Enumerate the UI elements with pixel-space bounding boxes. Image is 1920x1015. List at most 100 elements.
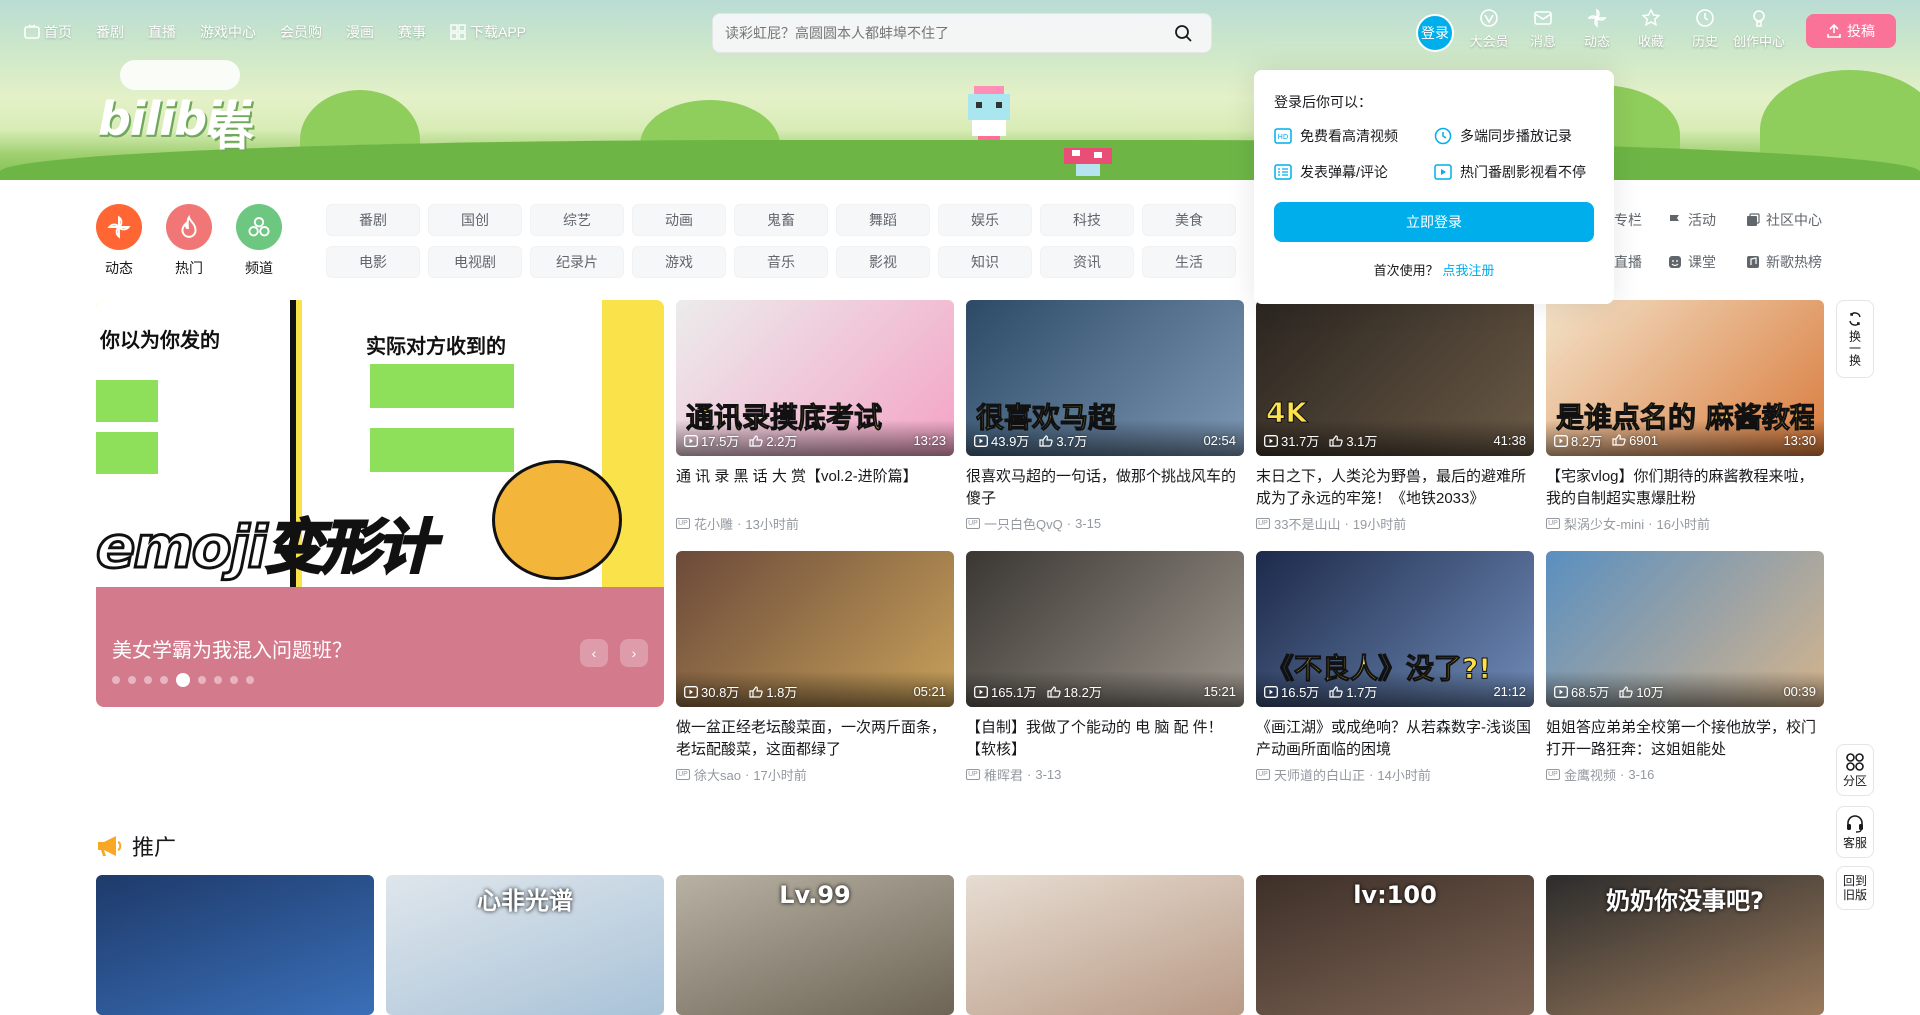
search-button[interactable] [1167,17,1199,49]
customer-service-button[interactable]: 客服 [1836,806,1874,858]
video-card[interactable]: 是谁点名的 麻酱教程来啦8.2万690113:30 【宅家vlog】你们期待的麻酱… [1546,300,1824,533]
tag-entertainment[interactable]: 娱乐 [938,204,1032,236]
video-card[interactable]: 68.5万 10万 00:39 姐姐答应弟弟全校第一个接他放学，校门打开一路狂奔：这姐… [1546,551,1824,784]
video-card[interactable]: 很喜欢马超 43.9万 3.7万 02:54 很喜欢马超的一句话，做那个挑战风车的傻子 U… [966,300,1244,533]
nav-creator-center[interactable]: 创作中心 [1732,8,1786,50]
tag-variety[interactable]: 综艺 [530,204,624,236]
link-classroom[interactable]: 课堂 [1668,252,1716,272]
promo-card[interactable]: 奶奶你没事吧? [1546,875,1824,1015]
carousel-dot[interactable] [230,676,238,684]
upload-button[interactable]: 投稿 [1806,14,1896,48]
carousel-next-button[interactable]: › [620,639,648,667]
nav-history[interactable]: 历史 [1678,8,1732,50]
video-thumbnail[interactable]: 《不良人》没了?! 16.5万 1.7万 21:12 [1256,551,1534,707]
carousel-dot[interactable] [246,676,254,684]
tag-bangumi[interactable]: 番剧 [326,204,420,236]
categories-button[interactable]: 分区 [1836,744,1874,796]
tag-kichiku[interactable]: 鬼畜 [734,204,828,236]
carousel-dot[interactable] [112,676,120,684]
uploader-name[interactable]: 金鹰视频 [1564,765,1616,784]
promo-card[interactable]: Lv.99 [676,875,954,1015]
tag-music[interactable]: 音乐 [734,246,828,278]
video-card[interactable]: 30.8万 1.8万 05:21 做一盆正经老坛酸菜面，一次两斤面条，老坛配酸菜，这面… [676,551,954,784]
link-live[interactable]: 直播 [1614,252,1642,272]
tag-news[interactable]: 资讯 [1040,246,1134,278]
video-title[interactable]: 《画江湖》或成绝响？从若森数字-浅谈国产动画所面临的困境 [1256,717,1534,761]
tag-game[interactable]: 游戏 [632,246,726,278]
nav-game-center[interactable]: 游戏中心 [200,22,256,42]
tag-tv[interactable]: 电视剧 [428,246,522,278]
uploader-name[interactable]: 徐大sao [694,765,741,784]
uploader-name[interactable]: 33不是山山 [1274,514,1340,533]
nav-manga[interactable]: 漫画 [346,22,374,42]
video-thumbnail[interactable]: 4K 31.7万 3.1万 41:38 [1256,300,1534,456]
video-title[interactable]: 姐姐答应弟弟全校第一个接他放学，校门打开一路狂奔：这姐姐能处 [1546,717,1824,761]
old-version-button[interactable]: 回到旧版 [1836,866,1874,910]
carousel-dot[interactable] [160,676,168,684]
tag-tech[interactable]: 科技 [1040,204,1134,236]
video-thumbnail[interactable]: 是谁点名的 麻酱教程来啦8.2万690113:30 [1546,300,1824,456]
video-thumbnail[interactable]: 通讯录摸底考试 17.5万 2.2万 13:23 [676,300,954,456]
search-input[interactable] [725,25,1167,41]
nav-home[interactable]: 首页 [24,22,72,42]
uploader-name[interactable]: 天师道的白山正 [1274,765,1365,784]
tag-film[interactable]: 影视 [836,246,930,278]
carousel-dot[interactable] [214,676,222,684]
nav-live[interactable]: 直播 [148,22,176,42]
promo-card[interactable] [966,875,1244,1015]
video-thumbnail[interactable]: 30.8万 1.8万 05:21 [676,551,954,707]
video-title[interactable]: 末日之下，人类沦为野兽，最后的避难所成为了永远的牢笼！《地铁2033》 [1256,466,1534,510]
link-community[interactable]: 社区中心 [1746,210,1822,230]
login-now-button[interactable]: 立即登录 [1274,202,1594,242]
nav-favorites[interactable]: 收藏 [1624,8,1678,50]
video-title[interactable]: 做一盆正经老坛酸菜面，一次两斤面条，老坛配酸菜，这面都绿了 [676,717,954,761]
carousel-caption[interactable]: 美女学霸为我混入问题班？ [112,634,352,663]
nav-bangumi[interactable]: 番剧 [96,22,124,42]
hero-carousel[interactable]: 你以为你发的 实际对方收到的 emoji变形计 美女学霸为我混入问题班？ ‹ › [96,300,664,707]
carousel-dot[interactable] [176,673,190,687]
video-thumbnail[interactable]: 165.1万 18.2万 15:21 [966,551,1244,707]
video-card[interactable]: 4K 31.7万 3.1万 41:38 末日之下，人类沦为野兽，最后的避难所成为了永远的… [1256,300,1534,533]
tag-food[interactable]: 美食 [1142,204,1236,236]
video-thumbnail[interactable]: 很喜欢马超 43.9万 3.7万 02:54 [966,300,1244,456]
uploader-name[interactable]: 花小雕 [694,514,733,533]
link-new-songs[interactable]: 新歌热榜 [1746,252,1822,272]
tag-guochuang[interactable]: 国创 [428,204,522,236]
video-card[interactable]: 通讯录摸底考试 17.5万 2.2万 13:23 通 讯 录 黑 话 大 赏【vol.2… [676,300,954,533]
nav-mall[interactable]: 会员购 [280,22,322,42]
uploader-name[interactable]: 梨涡少女-mini [1564,514,1644,533]
nav-download-app[interactable]: 下载APP [450,22,526,42]
tag-knowledge[interactable]: 知识 [938,246,1032,278]
video-card[interactable]: 165.1万 18.2万 15:21 【自制】我做了个能动的 电 脑 配 件！【软核】… [966,551,1244,784]
tag-animation[interactable]: 动画 [632,204,726,236]
video-title[interactable]: 【自制】我做了个能动的 电 脑 配 件！【软核】 [966,717,1244,761]
tag-dance[interactable]: 舞蹈 [836,204,930,236]
carousel-prev-button[interactable]: ‹ [580,639,608,667]
carousel-dot[interactable] [144,676,152,684]
promo-card[interactable]: 心非光谱 [386,875,664,1015]
refresh-button[interactable]: 换一换 [1836,300,1874,378]
carousel-dot[interactable] [198,676,206,684]
link-column[interactable]: 专栏 [1614,210,1642,230]
link-activity[interactable]: 活动 [1668,210,1716,230]
uploader-name[interactable]: 稚晖君 [984,765,1023,784]
tag-documentary[interactable]: 纪录片 [530,246,624,278]
video-title[interactable]: 通 讯 录 黑 话 大 赏【vol.2-进阶篇】 [676,466,954,510]
uploader-name[interactable]: 一只白色QvQ [984,514,1063,533]
video-title[interactable]: 很喜欢马超的一句话，做那个挑战风车的傻子 [966,466,1244,510]
nav-vip[interactable]: 大会员 [1462,8,1516,50]
register-link[interactable]: 点我注册 [1442,263,1494,278]
channel-channels[interactable]: 频道 [224,204,294,278]
channel-dynamic[interactable]: 动态 [84,204,154,278]
video-title[interactable]: 【宅家vlog】你们期待的麻酱教程来啦，我的自制超实惠爆肚粉 [1546,466,1824,510]
carousel-dot[interactable] [128,676,136,684]
nav-esports[interactable]: 赛事 [398,22,426,42]
tag-movie[interactable]: 电影 [326,246,420,278]
nav-dynamic[interactable]: 动态 [1570,8,1624,50]
nav-message[interactable]: 消息 [1516,8,1570,50]
video-thumbnail[interactable]: 68.5万 10万 00:39 [1546,551,1824,707]
tag-life[interactable]: 生活 [1142,246,1236,278]
login-avatar-button[interactable]: 登录 [1416,14,1454,52]
promo-card[interactable] [96,875,374,1015]
promo-card[interactable]: lv:100 [1256,875,1534,1015]
